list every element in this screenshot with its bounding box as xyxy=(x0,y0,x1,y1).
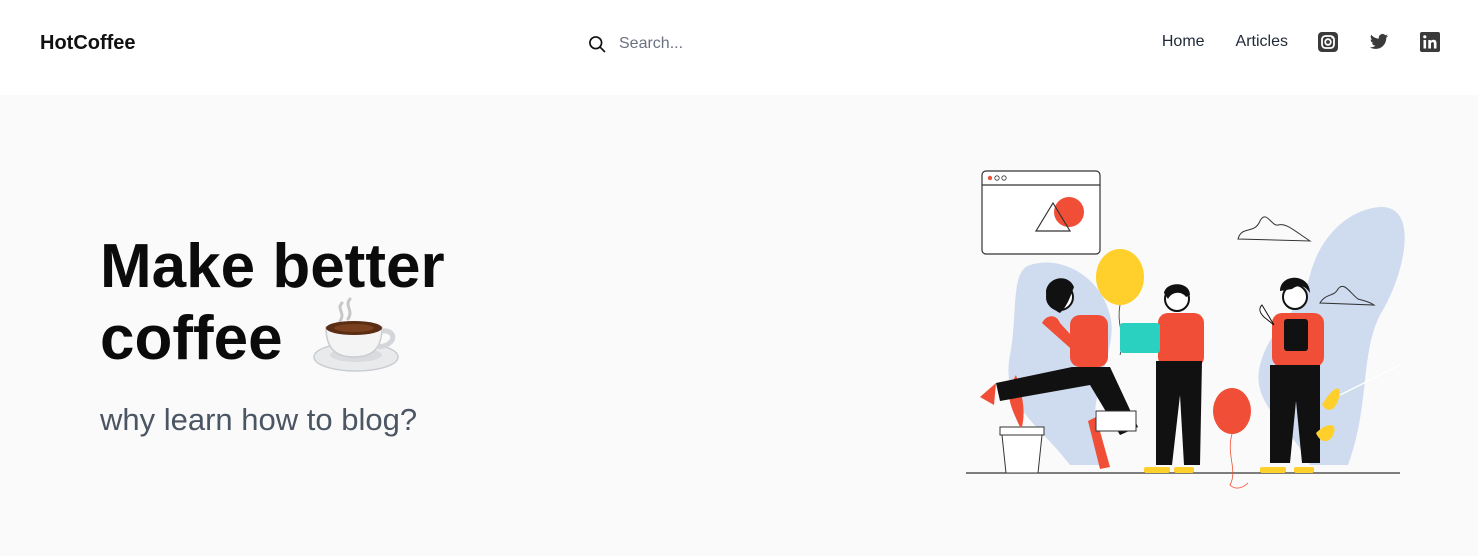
site-header: HotCoffee Home Articles xyxy=(0,0,1478,95)
main-nav: Home Articles xyxy=(1162,32,1440,52)
hero-title-line2: coffee xyxy=(100,304,283,373)
hero-subtitle: why learn how to blog? xyxy=(100,402,418,437)
team-celebration-illustration xyxy=(966,170,1405,489)
search-input[interactable] xyxy=(619,35,839,53)
twitter-icon[interactable] xyxy=(1369,32,1389,52)
linkedin-icon[interactable] xyxy=(1420,32,1440,52)
search-icon[interactable] xyxy=(587,34,607,54)
search-bar xyxy=(587,30,847,58)
instagram-icon[interactable] xyxy=(1318,32,1338,52)
hero-section: Make better coffee why learn how to blog… xyxy=(0,95,1478,556)
brand-logo[interactable]: HotCoffee xyxy=(40,32,136,55)
hero-title-line1: Make better xyxy=(100,232,445,301)
coffee-cup-icon xyxy=(313,297,399,372)
nav-link-articles[interactable]: Articles xyxy=(1236,33,1288,51)
nav-link-home[interactable]: Home xyxy=(1162,33,1205,51)
